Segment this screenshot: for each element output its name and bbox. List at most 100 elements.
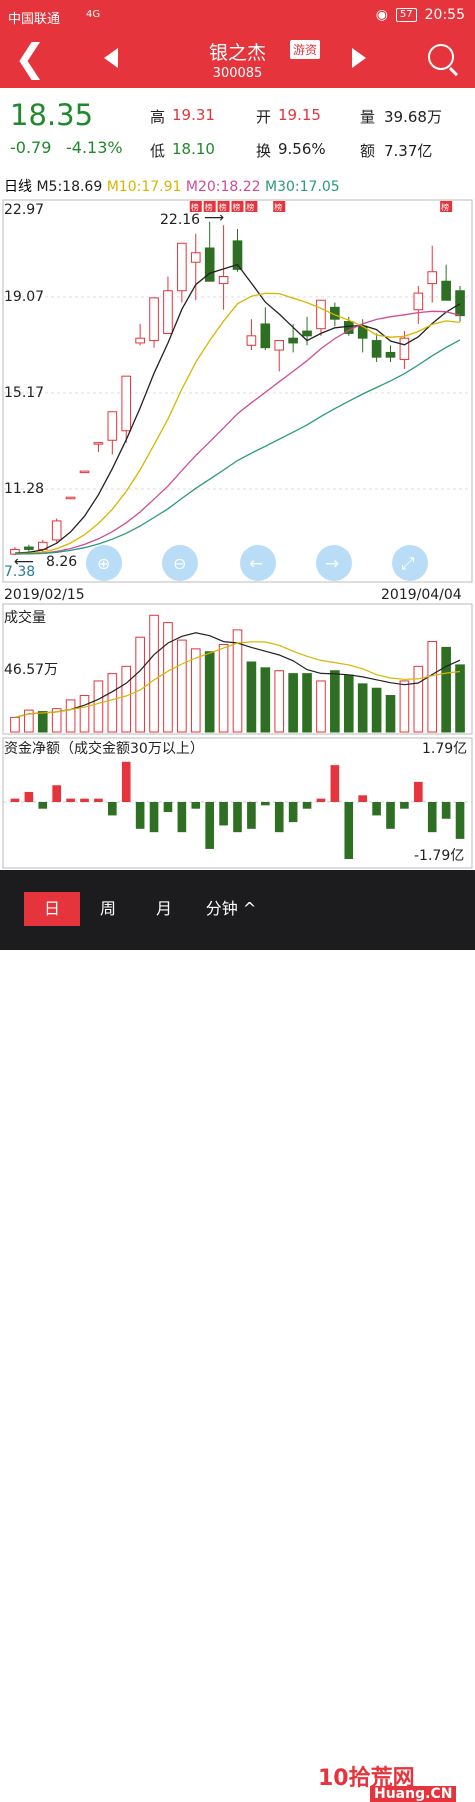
capital-bar: [108, 802, 117, 816]
hot-money-badge[interactable]: 游资: [290, 40, 321, 59]
volume-bar: [177, 639, 187, 733]
date-end: 2019/04/04: [381, 587, 462, 603]
tab-day[interactable]: 日: [24, 892, 80, 926]
capital-bar: [80, 798, 89, 802]
volume-bar: [79, 695, 90, 733]
volume-bar: [399, 680, 410, 733]
capital-bar: [247, 802, 256, 829]
capital-bar: [121, 761, 131, 802]
candle: [135, 337, 145, 344]
candle: [316, 299, 326, 330]
candle: [399, 337, 410, 361]
candle: [93, 442, 104, 445]
candle: [79, 470, 90, 474]
price-change-pct: -4.13%: [66, 138, 123, 157]
capital-bar: [205, 802, 214, 849]
clock: 20:55: [424, 7, 465, 23]
search-icon[interactable]: [428, 44, 454, 70]
battery-icon: 57: [395, 8, 417, 22]
amount-label: 额: [360, 142, 376, 160]
volume-bar: [204, 651, 215, 733]
volume-bar: [163, 622, 173, 733]
capital-bar: [400, 802, 409, 809]
capital-bars: [10, 761, 465, 859]
min-arrow-icon: ⟵: [14, 554, 34, 570]
candle: [65, 496, 76, 500]
scroll-left-button[interactable]: ←: [240, 545, 276, 581]
next-stock-icon[interactable]: [352, 48, 366, 68]
capital-bar: [288, 802, 298, 823]
candle: [24, 546, 34, 550]
volume-bar: [246, 661, 257, 733]
candle: [274, 340, 285, 351]
volume-bar: [135, 636, 145, 733]
board-tag-text: 榜: [205, 202, 213, 212]
y-tick-top: 22.97: [4, 202, 44, 218]
board-tag-text: 榜: [274, 202, 282, 212]
capital-bar: [344, 802, 354, 859]
low-label: 低: [150, 142, 166, 160]
board-tag-text: 榜: [233, 202, 241, 212]
capital-bar: [135, 802, 145, 829]
candle: [288, 337, 298, 344]
zoom-in-icon: ⊕: [97, 554, 110, 573]
zoom-out-button[interactable]: ⊖: [162, 545, 198, 581]
fullscreen-button[interactable]: ⤢: [392, 545, 428, 581]
board-tag-text: 榜: [219, 202, 227, 212]
candle: [163, 290, 173, 334]
volume-bar: [385, 695, 396, 733]
volume-bar: [316, 680, 326, 733]
ma20-label: M20:18.22: [185, 179, 261, 195]
capital-bar: [24, 791, 34, 802]
arrow-left-icon: ←: [249, 554, 263, 574]
volume-bar: [427, 641, 438, 733]
volume-bar: [232, 629, 243, 733]
capital-label: 资金净额（成交金额30万以上）: [4, 740, 204, 757]
board-tag-text: 榜: [191, 202, 199, 212]
stock-name: 银之杰: [208, 42, 266, 64]
candle: [455, 290, 465, 317]
volume-value: 39.68万: [384, 108, 442, 126]
stock-code: 300085: [212, 66, 263, 81]
candle: [246, 335, 257, 346]
max-annotation: 22.16: [160, 212, 200, 228]
watermark-logo: 10拾荒网 Huang.CN: [318, 1760, 457, 1802]
zoom-in-button[interactable]: ⊕: [86, 545, 122, 581]
volume-bar: [441, 646, 451, 733]
ma10-line: [14, 292, 461, 555]
capital-bar: [441, 802, 451, 819]
arrow-right-icon: →: [325, 554, 339, 574]
capital-bar: [10, 798, 20, 802]
volume-bars: [10, 614, 465, 733]
board-tag-text: 榜: [441, 202, 449, 212]
capital-bar: [427, 802, 437, 833]
status-bar: 中国联通 4G ◉ 57 20:55: [0, 0, 475, 32]
open-value: 19.15: [278, 106, 321, 124]
ma-lines: [14, 263, 461, 555]
scroll-right-button[interactable]: →: [316, 545, 352, 581]
quote-panel: 18.35 -0.79 -4.13% 高 19.31 开 19.15 量 39.…: [0, 88, 475, 168]
board-tags: 榜榜榜榜榜榜榜: [189, 201, 453, 212]
volume-label: 成交量: [4, 609, 46, 626]
capital-bar: [177, 802, 187, 833]
volume-bar: [190, 648, 201, 733]
chart-area[interactable]: 22.97 19.07 15.17 11.28 7.38 22.16 ⟶ 8.2…: [0, 196, 475, 870]
volume-bar: [455, 664, 465, 733]
low-value: 18.10: [172, 140, 215, 158]
tab-week[interactable]: 周: [84, 892, 132, 926]
tab-month[interactable]: 月: [140, 892, 188, 926]
kline-series: [10, 221, 465, 556]
signal-icon: 4G: [86, 9, 101, 20]
candle: [177, 242, 187, 292]
capital-bar: [455, 802, 465, 839]
candle: [218, 275, 229, 285]
y-tick-2: 19.07: [4, 289, 44, 305]
capital-bar: [358, 795, 367, 802]
capital-bar: [191, 802, 201, 809]
tab-minute[interactable]: 分钟 ^: [196, 892, 266, 926]
y-tick-4: 11.28: [4, 481, 44, 497]
candle: [371, 340, 382, 358]
volume-bar: [121, 665, 132, 733]
turnover-label: 换: [256, 142, 272, 160]
volume-bar: [260, 667, 271, 733]
